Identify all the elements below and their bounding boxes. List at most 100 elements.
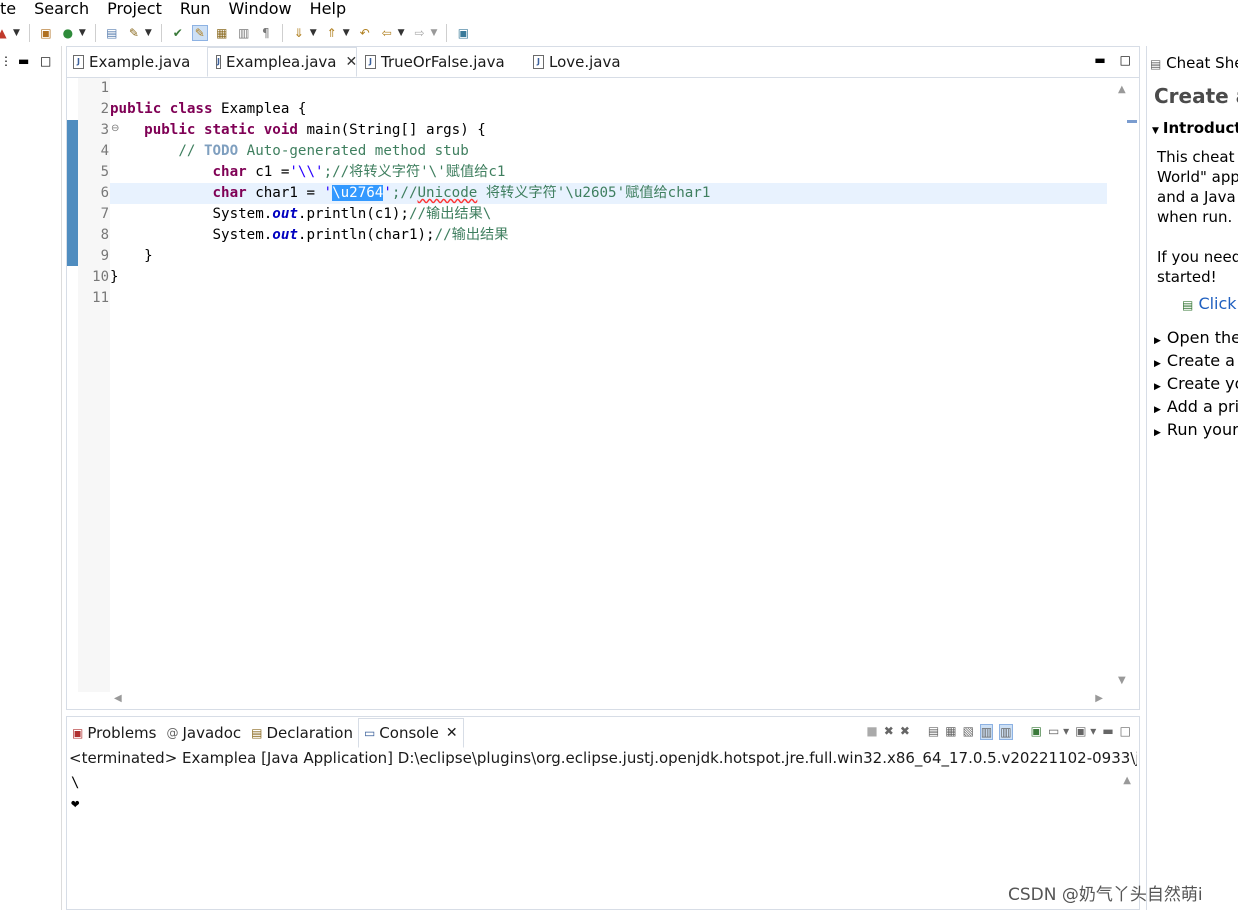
console-status: <terminated> Examplea [Java Application]… <box>69 749 1137 767</box>
menu-bar: te Search Project Run Window Help <box>0 0 1238 18</box>
block-selection-icon[interactable]: ▥ <box>236 25 252 41</box>
open-console-icon[interactable]: ▣ ▾ <box>1075 724 1096 740</box>
click-label: Click <box>1198 294 1237 313</box>
line-number: 1 <box>100 80 109 96</box>
step-create-project[interactable]: ▶ Create a Ja <box>1154 351 1238 370</box>
java-file-icon: J <box>216 55 221 69</box>
forward-icon[interactable]: ⇨ <box>412 25 428 41</box>
tab-declaration[interactable]: ▤ Declaration <box>246 718 358 748</box>
menu-search[interactable]: Search <box>34 1 89 17</box>
back-dropdown-icon[interactable]: ▼ <box>398 28 405 38</box>
maximize-icon[interactable]: □ <box>1120 53 1131 67</box>
chevron-right-icon: ▶ <box>1154 336 1161 346</box>
restore-icon[interactable]: ⋮ <box>0 54 12 68</box>
chevron-right-icon: ▶ <box>1154 428 1161 438</box>
menu-run[interactable]: Run <box>180 1 211 17</box>
toggle-mark-occurrences-icon[interactable]: ✎ <box>191 25 208 41</box>
annotation-icon[interactable]: ✔ <box>170 25 186 41</box>
tab-example-java[interactable]: J Example.java <box>67 47 207 77</box>
next-annotation-dropdown-icon[interactable]: ▼ <box>310 28 317 38</box>
show-whitespace-icon[interactable]: ¶ <box>258 25 274 41</box>
step-run-app[interactable]: ▶ Run your J <box>1154 420 1238 439</box>
minimize-icon[interactable]: ▬ <box>1094 53 1105 67</box>
search-dropdown-icon[interactable]: ▼ <box>145 28 152 38</box>
scroll-up-icon[interactable]: ▲ <box>1123 775 1131 786</box>
open-perspective-icon[interactable]: ▣ <box>455 25 471 41</box>
run-dropdown-icon[interactable]: ▼ <box>13 28 20 38</box>
new-class-icon[interactable]: ● <box>60 25 76 41</box>
menu-help[interactable]: Help <box>310 1 346 17</box>
remove-launch-icon[interactable]: ✖ <box>884 724 894 740</box>
prev-annotation-dropdown-icon[interactable]: ▼ <box>343 28 350 38</box>
javadoc-icon: @ <box>166 725 179 740</box>
word-wrap-icon[interactable]: ▦ <box>214 25 230 41</box>
declaration-icon: ▤ <box>251 725 263 740</box>
tab-trueorfalse-java[interactable]: J TrueOrFalse.java <box>357 47 525 77</box>
code-line-5: char c1 ='\\';//将转义字符'\'赋值给c1 <box>212 164 506 180</box>
java-file-icon: J <box>365 55 376 69</box>
minimize-icon[interactable]: ▬ <box>18 54 29 68</box>
menu-window[interactable]: Window <box>229 1 292 17</box>
maximize-icon[interactable]: □ <box>1120 724 1131 740</box>
line-number: 2 <box>100 101 109 117</box>
new-class-dropdown-icon[interactable]: ▼ <box>79 28 86 38</box>
editor-vertical-scrollbar[interactable]: ▲ ▼ <box>1109 78 1139 692</box>
scroll-right-icon[interactable]: ▶ <box>1095 693 1103 704</box>
intro-line: when run. <box>1157 208 1233 226</box>
begin-icon: ▤ <box>1182 298 1194 312</box>
scroll-lock-icon[interactable]: ▦ <box>945 724 956 740</box>
code-line-7: System.out.println(c1);//输出结果\ <box>212 206 492 222</box>
scroll-down-icon[interactable]: ▼ <box>1118 675 1126 686</box>
cheat-sheet-tab[interactable]: ▤ Cheat She <box>1150 54 1238 72</box>
tab-problems[interactable]: ▣ Problems <box>67 718 161 748</box>
tab-label: Console <box>379 723 439 742</box>
tab-label: Javadoc <box>182 723 242 742</box>
prev-annotation-icon[interactable]: ⇑ <box>324 25 340 41</box>
step-create-class[interactable]: ▶ Create you <box>1154 374 1238 393</box>
step-add-print[interactable]: ▶ Add a prin <box>1154 397 1238 416</box>
forward-dropdown-icon[interactable]: ▼ <box>431 28 438 38</box>
code-editor[interactable]: public class Examplea { public static vo… <box>110 78 1107 692</box>
intro-section-header[interactable]: ▼Introducti <box>1152 119 1238 137</box>
search-icon[interactable]: ✎ <box>126 25 142 41</box>
clear-console-icon[interactable]: ▤ <box>928 724 939 740</box>
show-on-stdout-icon[interactable]: ▥ <box>979 724 994 740</box>
console-output[interactable]: \ ❤ <box>71 773 79 815</box>
last-edit-icon[interactable]: ↶ <box>357 25 373 41</box>
minimize-icon[interactable]: ▬ <box>1102 724 1113 740</box>
editor-horizontal-scrollbar[interactable]: ◀ ▶ <box>110 691 1107 709</box>
open-type-icon[interactable]: ▤ <box>104 25 120 41</box>
menu-navigate[interactable]: te <box>0 1 16 17</box>
step-label: Add a prin <box>1166 397 1238 416</box>
tab-console[interactable]: ▭ Console ✕ <box>357 717 464 748</box>
tab-label: Declaration <box>266 723 353 742</box>
menu-project[interactable]: Project <box>107 1 162 17</box>
tab-love-java[interactable]: J Love.java <box>525 47 645 77</box>
step-label: Create you <box>1166 374 1238 393</box>
display-console-icon[interactable]: ▭ ▾ <box>1048 724 1069 740</box>
step-open-perspective[interactable]: ▶ Open the <box>1154 328 1238 347</box>
back-icon[interactable]: ⇦ <box>379 25 395 41</box>
next-annotation-icon[interactable]: ⇓ <box>291 25 307 41</box>
tab-javadoc[interactable]: @ Javadoc <box>161 718 246 748</box>
code-line-4: // TODO Auto-generated method stub <box>178 143 469 159</box>
pin-console-icon[interactable]: ▣ <box>1031 724 1042 740</box>
scroll-up-icon[interactable]: ▲ <box>1118 84 1126 95</box>
close-icon[interactable]: ✕ <box>446 725 458 741</box>
new-package-icon[interactable]: ▣ <box>38 25 54 41</box>
overview-ruler-marker[interactable] <box>1127 120 1137 123</box>
terminate-icon[interactable]: ■ <box>866 724 877 740</box>
run-icon[interactable]: ▲ <box>0 25 10 41</box>
show-on-stderr-icon[interactable]: ▥ <box>999 724 1013 740</box>
console-output-line: \ <box>71 775 80 791</box>
maximize-icon[interactable]: □ <box>40 54 51 68</box>
code-line-8: System.out.println(char1);//输出结果 <box>212 227 509 243</box>
word-wrap-icon[interactable]: ▧ <box>963 724 974 740</box>
close-icon[interactable]: ✕ <box>345 54 357 70</box>
remove-all-terminated-icon[interactable]: ✖ <box>900 724 910 740</box>
scroll-left-icon[interactable]: ◀ <box>114 693 122 704</box>
tab-examplea-java[interactable]: J Examplea.java ✕ <box>207 47 357 77</box>
tab-label: Example.java <box>89 53 191 71</box>
bottom-tabbar: ▣ Problems @ Javadoc ▤ Declaration ▭ Con… <box>67 717 1139 748</box>
click-to-begin-link[interactable]: ▤ Click <box>1182 294 1237 313</box>
